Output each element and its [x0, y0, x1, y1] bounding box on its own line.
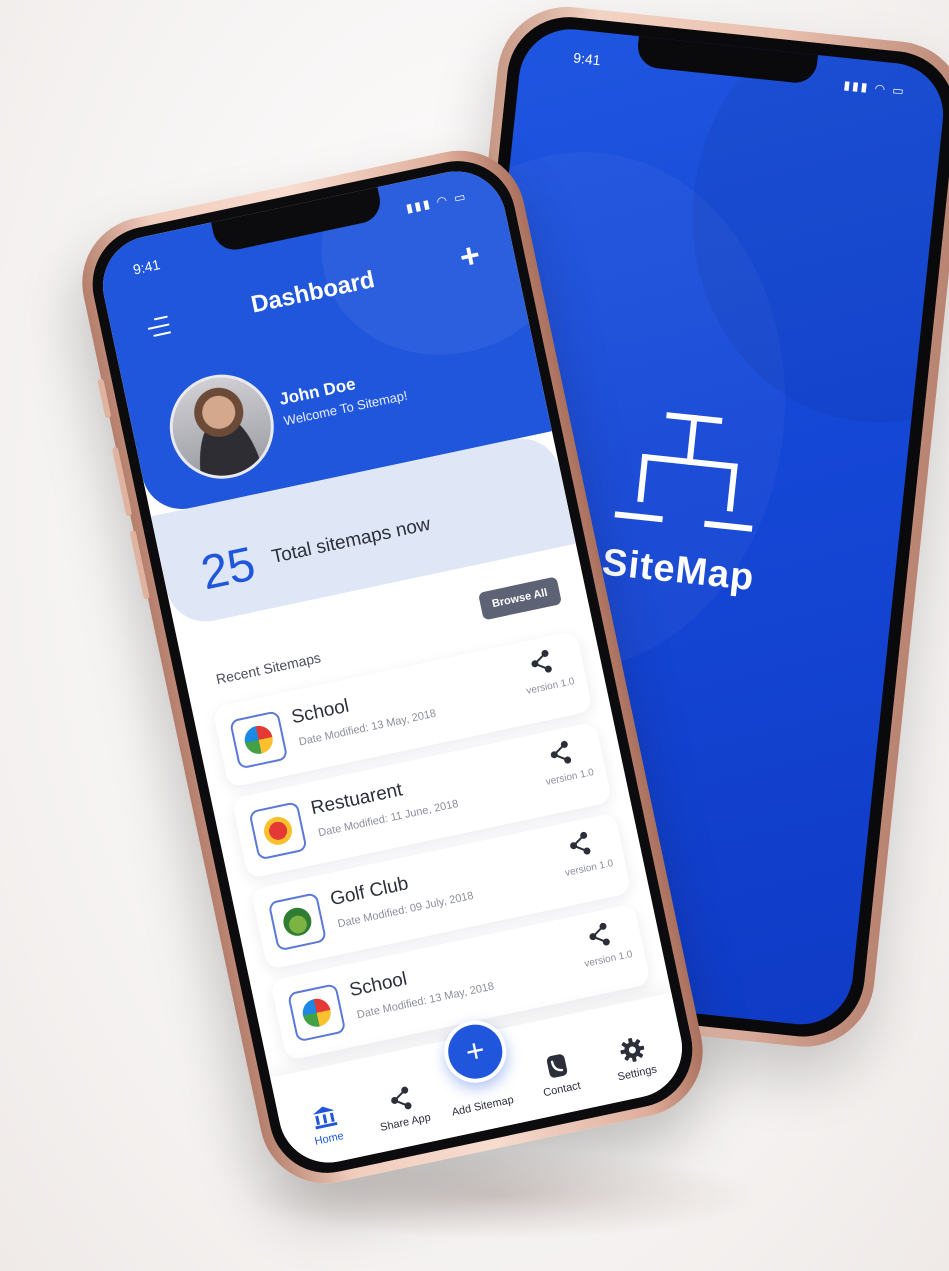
recent-sitemaps-heading: Recent Sitemaps: [214, 649, 323, 688]
share-icon[interactable]: [528, 648, 555, 676]
sitemap-version: version 1.0: [525, 676, 576, 697]
nav-share-app[interactable]: Share App: [364, 1080, 441, 1136]
sitemap-version: version 1.0: [564, 857, 615, 879]
share-icon[interactable]: [547, 739, 574, 767]
school-logo-icon: [287, 983, 347, 1043]
sitemap-name: School: [289, 695, 351, 729]
nav-settings[interactable]: Settings: [596, 1031, 673, 1087]
nav-contact[interactable]: Contact: [520, 1047, 597, 1103]
bank-icon: [312, 1106, 338, 1130]
gear-icon: [620, 1037, 645, 1062]
battery-icon: ▭: [452, 188, 469, 206]
nav-home[interactable]: Home: [288, 1096, 365, 1152]
total-sitemaps-count: 25: [196, 537, 260, 601]
wifi-icon: ◠: [873, 81, 888, 97]
golf-logo-icon: [267, 892, 328, 952]
status-time: 9:41: [572, 49, 602, 69]
battery-icon: ▭: [891, 83, 907, 99]
nav-add-label: Add Sitemap: [450, 1093, 515, 1119]
sitemap-version: version 1.0: [583, 948, 634, 970]
nav-add-sitemap[interactable]: Add Sitemap: [447, 1093, 518, 1119]
sitemap-name: School: [347, 968, 409, 1002]
school-logo-icon: [229, 710, 289, 770]
browse-all-button[interactable]: Browse All: [477, 576, 563, 621]
share-icon[interactable]: [586, 921, 613, 949]
share-icon: [391, 1086, 412, 1110]
sitemap-version: version 1.0: [544, 767, 595, 788]
phone-icon: [546, 1054, 568, 1078]
signal-icon: ▮▮▮: [842, 77, 871, 95]
share-icon[interactable]: [566, 830, 593, 858]
sitemap-logo-icon: [614, 412, 753, 532]
restaurant-logo-icon: [248, 801, 308, 861]
wifi-icon: ◠: [435, 192, 451, 209]
